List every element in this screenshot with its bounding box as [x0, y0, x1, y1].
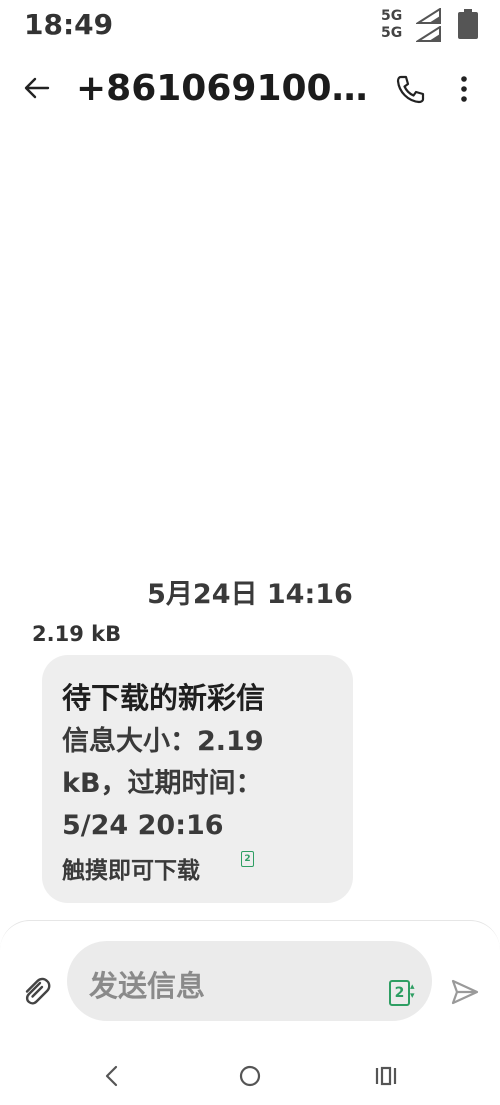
nav-recents-icon[interactable] — [374, 1064, 398, 1088]
conversation-title: +8610691000... — [76, 68, 376, 109]
nav-back-icon[interactable] — [101, 1064, 123, 1088]
message-input[interactable]: 发送信息 2 ▴ ▾ — [67, 941, 432, 1021]
sim-icon: 2 — [241, 851, 254, 867]
sim-number: 2 — [389, 980, 410, 1006]
more-vertical-icon[interactable] — [454, 72, 474, 106]
signal-icon — [416, 26, 441, 42]
sim-switch-icon[interactable]: 2 ▴ ▾ — [389, 980, 419, 1006]
swap-arrows-icon: ▴ ▾ — [410, 982, 415, 1001]
back-arrow-icon[interactable] — [22, 73, 52, 103]
network-type-label: 5G — [381, 25, 403, 41]
date-separator: 5月24日 14:16 — [147, 579, 353, 610]
system-nav-bar — [0, 1050, 500, 1105]
status-time: 18:49 — [24, 8, 114, 41]
send-icon[interactable] — [450, 978, 480, 1006]
attachment-icon[interactable] — [20, 975, 52, 1007]
network-type-label: 5G — [381, 8, 403, 24]
signal-icon — [416, 8, 441, 24]
app-bar: +8610691000... — [0, 58, 500, 122]
battery-icon — [458, 9, 478, 39]
message-size-label: 2.19 kB — [32, 622, 122, 646]
status-bar: 18:49 5G 5G — [0, 0, 500, 50]
tap-to-download-label: 触摸即可下载 — [62, 858, 200, 884]
mms-download-bubble[interactable]: 待下载的新彩信 信息大小：2.19 kB，过期时间：5/24 20:16 触摸即… — [42, 655, 353, 903]
nav-home-icon[interactable] — [238, 1064, 262, 1088]
message-input-placeholder: 发送信息 — [89, 969, 206, 1003]
bubble-info: 信息大小：2.19 kB，过期时间：5/24 20:16 — [62, 726, 264, 841]
bubble-title: 待下载的新彩信 — [62, 681, 266, 715]
phone-icon[interactable] — [393, 72, 427, 106]
